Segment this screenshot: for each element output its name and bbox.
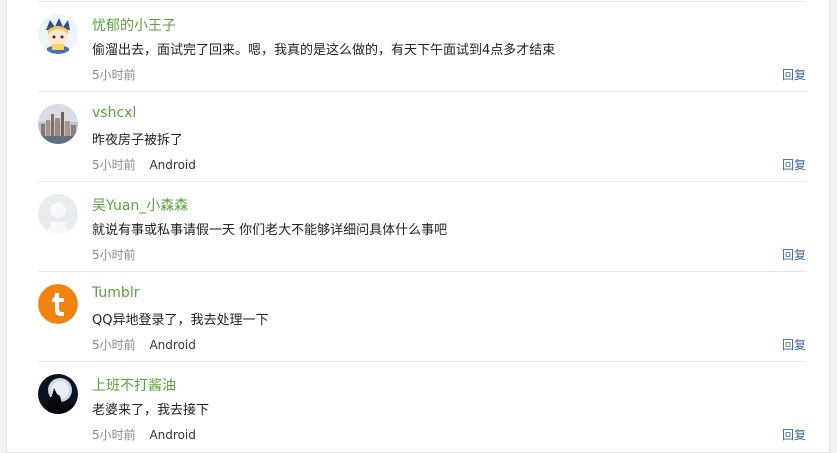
comment-meta: 5小时前 Android xyxy=(92,426,196,443)
comment-time: 5小时前 xyxy=(92,68,136,82)
comment-text: 就说有事或私事请假一天 你们老大不能够详细问具体什么事吧 xyxy=(92,223,448,238)
comment-meta: 5小时前 xyxy=(92,66,136,83)
comment-username[interactable]: 吴Yuan_小森森 xyxy=(92,195,188,215)
cartoon-prince-avatar[interactable] xyxy=(38,14,78,54)
comment-meta: 5小时前 Android xyxy=(92,336,196,353)
reply-button[interactable]: 回复 xyxy=(782,246,806,263)
comment-time: 5小时前 xyxy=(92,158,136,172)
comment-item: Tumblr QQ异地登录了，我去处理一下 5小时前 Android 回复 xyxy=(7,272,829,362)
comment-item: 吴Yuan_小森森 就说有事或私事请假一天 你们老大不能够详细问具体什么事吧 5… xyxy=(7,182,829,272)
reply-button[interactable]: 回复 xyxy=(782,426,806,443)
comment-device: Android xyxy=(149,158,196,172)
comment-username[interactable]: 忧郁的小王子 xyxy=(92,15,176,35)
reply-button[interactable]: 回复 xyxy=(782,66,806,83)
comment-device: Android xyxy=(149,338,196,352)
comment-item: vshcxl 昨夜房子被拆了 5小时前 Android 回复 xyxy=(7,92,829,182)
comment-item: 忧郁的小王子 偷溜出去，面试完了回来。嗯，我真的是这么做的，有天下午面试到4点多… xyxy=(7,2,829,92)
comment-username[interactable]: Tumblr xyxy=(92,285,139,301)
howling-wolf-avatar[interactable] xyxy=(38,374,78,414)
comment-item: 上班不打酱油 老婆来了，我去接下 5小时前 Android 回复 xyxy=(7,362,829,452)
comment-username[interactable]: 上班不打酱油 xyxy=(92,375,176,395)
reply-button[interactable]: 回复 xyxy=(782,336,806,353)
comment-time: 5小时前 xyxy=(92,338,136,352)
tumblr-logo-avatar[interactable] xyxy=(38,284,78,324)
reply-button[interactable]: 回复 xyxy=(782,156,806,173)
comment-list: 忧郁的小王子 偷溜出去，面试完了回来。嗯，我真的是这么做的，有天下午面试到4点多… xyxy=(6,0,830,453)
comment-text: 昨夜房子被拆了 xyxy=(92,133,184,148)
comment-meta: 5小时前 xyxy=(92,246,136,263)
comment-text: 老婆来了，我去接下 xyxy=(92,403,210,418)
comment-time: 5小时前 xyxy=(92,428,136,442)
comment-username[interactable]: vshcxl xyxy=(92,105,136,121)
comment-meta: 5小时前 Android xyxy=(92,156,196,173)
comment-device: Android xyxy=(149,428,196,442)
city-skyline-avatar[interactable] xyxy=(38,104,78,144)
default-silhouette-avatar[interactable] xyxy=(38,194,78,234)
comment-text: 偷溜出去，面试完了回来。嗯，我真的是这么做的，有天下午面试到4点多才结束 xyxy=(92,43,556,58)
comment-text: QQ异地登录了，我去处理一下 xyxy=(92,313,269,328)
comment-time: 5小时前 xyxy=(92,248,136,262)
